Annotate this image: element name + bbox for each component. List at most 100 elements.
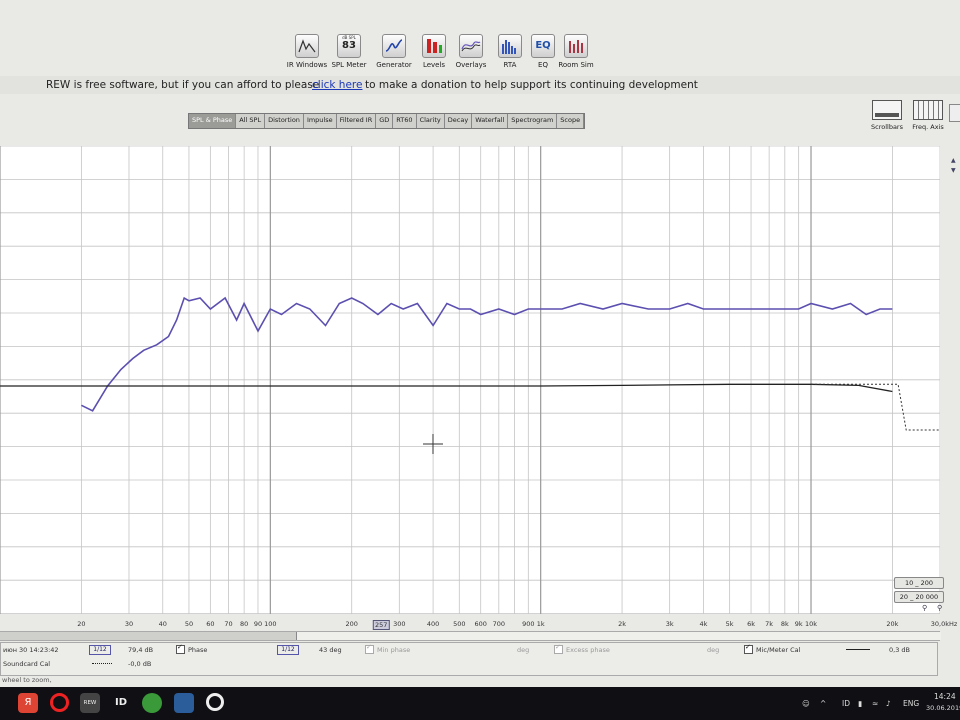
min-phase-label: Min phase <box>377 646 411 654</box>
donation-link[interactable]: click here <box>312 79 362 91</box>
room-sim-button[interactable]: Room Sim <box>548 34 604 69</box>
tab-impulse[interactable]: Impulse <box>304 114 337 128</box>
ir-window-icon <box>295 34 319 58</box>
x-tick-label: 30,0kHz <box>930 620 958 628</box>
generator-icon <box>382 34 406 58</box>
excess-phase-label: Excess phase <box>566 646 610 654</box>
green-app-icon[interactable] <box>142 693 162 713</box>
tab-distortion[interactable]: Distortion <box>265 114 304 128</box>
measurement-name: июн 30 14:23:42 <box>3 646 59 654</box>
scrollbars-icon <box>872 100 902 120</box>
x-tick-label: 5k <box>725 620 734 628</box>
mic-cal-label: Mic/Meter Cal <box>756 646 801 654</box>
phase-checkbox[interactable] <box>176 643 185 654</box>
horizontal-scrollbar[interactable] <box>0 631 941 641</box>
room-sim-icon <box>564 34 588 58</box>
x-tick-label: 500 <box>453 620 466 628</box>
obs-icon[interactable] <box>206 693 224 711</box>
x-tick-label: 100 <box>264 620 277 628</box>
x-tick-label: 30 <box>124 620 134 628</box>
phase-label: Phase <box>188 646 208 654</box>
x-tick-label: 70 <box>224 620 233 628</box>
x-tick-label: 3k <box>665 620 674 628</box>
x-tick-label: 4k <box>699 620 708 628</box>
range-20-20000-button[interactable]: 20 _ 20 000 <box>894 591 944 603</box>
rew-window: IR Windows dB SPL 83 SPL Meter Generator… <box>0 0 960 720</box>
language-indicator[interactable]: ENG <box>903 699 919 708</box>
zoom-up-icon[interactable]: ▲ <box>951 157 956 164</box>
id-app-icon[interactable]: ID <box>111 693 131 713</box>
x-tick-label: 300 <box>393 620 406 628</box>
soundcard-line-sample <box>92 663 112 664</box>
x-tick-label: 7k <box>765 620 774 628</box>
rew-app-icon[interactable]: REW <box>80 693 100 713</box>
battery-icon[interactable]: ▮ <box>858 699 862 708</box>
banner-text-end: to make a donation to help support its c… <box>365 79 698 91</box>
x-tick-label: 9k <box>794 620 803 628</box>
status-bar: wheel to zoom, <box>0 675 960 687</box>
clock-time[interactable]: 14:24 <box>934 692 956 701</box>
soundcard-cal-name: Soundcard Cal <box>3 660 51 668</box>
x-tick-label: 600 <box>474 620 487 628</box>
opera-icon[interactable] <box>50 693 69 712</box>
zoom-out-icon[interactable]: ⚲ <box>937 604 942 612</box>
main-toolbar: IR Windows dB SPL 83 SPL Meter Generator… <box>0 28 960 72</box>
zoom-down-icon[interactable]: ▼ <box>951 167 956 174</box>
donation-banner: REW is free software, but if you can aff… <box>0 76 960 94</box>
spl-smoothing-box[interactable]: 1/12 <box>89 645 111 655</box>
volume-icon[interactable]: ♪ <box>886 699 891 708</box>
trace-legend: июн 30 14:23:42 1/12 79,4 dB Phase 1/12 … <box>0 642 938 676</box>
tab-gd[interactable]: GD <box>376 114 394 128</box>
user-tray-icon[interactable]: ☺ <box>802 699 810 708</box>
soundcard-cal-value: -0,0 dB <box>128 660 152 668</box>
clock-date[interactable]: 30.06.2019 <box>926 704 960 712</box>
tab-spectrogram[interactable]: Spectrogram <box>508 114 558 128</box>
x-tick-label: 90 <box>253 620 263 628</box>
tray-chevron-icon[interactable]: ^ <box>820 699 826 708</box>
status-text: wheel to zoom, <box>2 676 52 684</box>
tab-scope[interactable]: Scope <box>557 114 585 128</box>
x-tick-label: 400 <box>426 620 440 628</box>
x-tick-label: 80 <box>239 620 249 628</box>
windows-taskbar: Я REW ID ☺ ^ ID ▮ ≈ ♪ ENG 14:24 30.06.20… <box>0 687 960 720</box>
graph-tabs: SPL & Phase All SPL Distortion Impulse Filte… <box>188 113 586 129</box>
x-tick-label: 1k <box>536 620 545 628</box>
tab-waterfall[interactable]: Waterfall <box>472 114 509 128</box>
tab-all-spl[interactable]: All SPL <box>236 114 266 128</box>
x-tick-label: 20 <box>77 620 86 628</box>
banner-text: REW is free software, but if you can aff… <box>46 79 320 91</box>
x-tick-label: 10k <box>804 620 818 628</box>
tab-spl-phase[interactable]: SPL & Phase <box>189 114 237 128</box>
scrollbar-thumb[interactable] <box>296 632 941 640</box>
x-tick-label: 40 <box>158 620 167 628</box>
mic-cal-line-sample <box>846 649 870 650</box>
excess-phase-checkbox[interactable] <box>554 643 563 654</box>
yandex-browser-icon[interactable]: Я <box>18 693 38 713</box>
scrollbars-button[interactable]: Scrollbars <box>865 100 909 131</box>
tab-decay[interactable]: Decay <box>445 114 473 128</box>
network-icon[interactable]: ≈ <box>872 699 878 708</box>
overlays-icon <box>459 34 483 58</box>
tray-lang-indicator[interactable]: ID <box>842 699 850 708</box>
tab-filtered-ir[interactable]: Filtered IR <box>337 114 377 128</box>
min-phase-checkbox[interactable] <box>365 643 374 654</box>
x-tick-label: 6k <box>747 620 755 628</box>
phase-smoothing-box[interactable]: 1/12 <box>277 645 299 655</box>
blue-app-icon[interactable] <box>174 693 194 713</box>
x-tick-label: 60 <box>206 620 215 628</box>
x-tick-label: 900 <box>522 620 535 628</box>
tab-clarity[interactable]: Clarity <box>417 114 445 128</box>
mic-cal-checkbox[interactable] <box>744 643 753 654</box>
x-tick-label: 50 <box>184 620 194 628</box>
spl-meter-icon: dB SPL 83 <box>337 34 361 58</box>
x-tick-label: 20k <box>886 620 899 628</box>
freq-axis-button[interactable]: Freq. Axis <box>906 100 950 131</box>
spl-phase-graph[interactable] <box>0 146 940 614</box>
zoom-in-icon[interactable]: ⚲ <box>922 604 927 612</box>
phase-value: 43 deg <box>319 646 342 654</box>
tab-rt60[interactable]: RT60 <box>393 114 417 128</box>
x-tick-label: 2k <box>618 620 626 628</box>
range-10-200-button[interactable]: 10 _ 200 <box>894 577 944 589</box>
extra-tool-button[interactable] <box>949 104 960 122</box>
freq-axis-icon <box>913 100 943 120</box>
